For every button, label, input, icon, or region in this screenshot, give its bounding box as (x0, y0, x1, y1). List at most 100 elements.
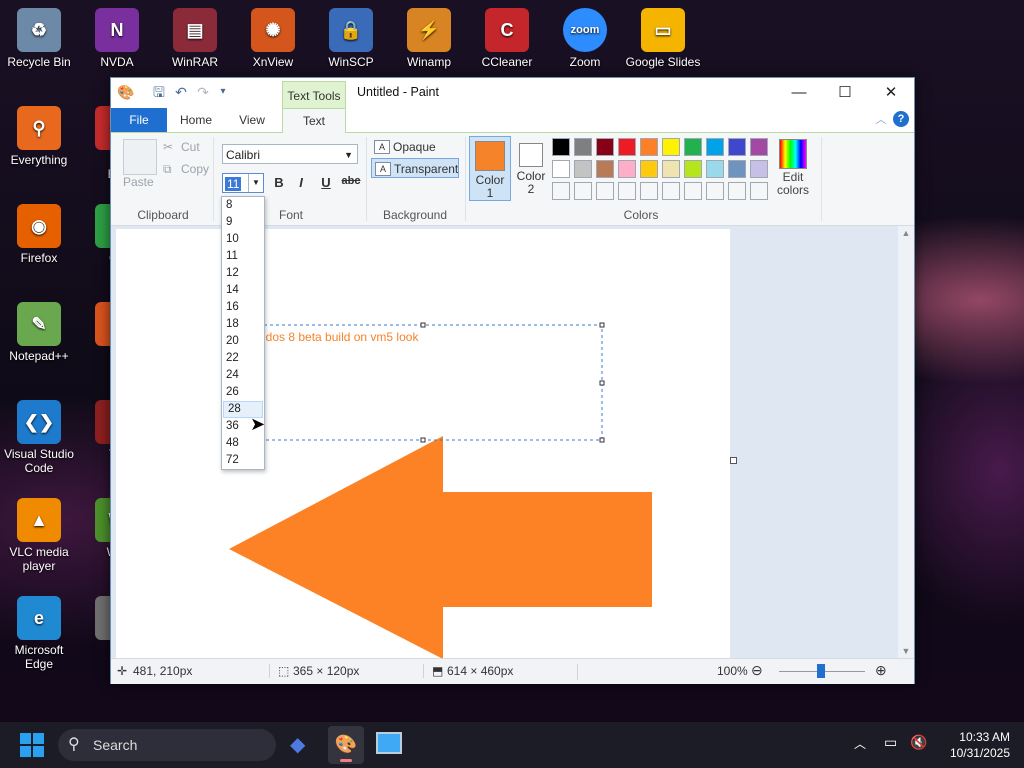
transparent-button[interactable]: A Transparent (371, 158, 459, 178)
customize-qat-icon[interactable]: ▾ (215, 84, 231, 100)
font-size-option[interactable]: 12 (222, 265, 264, 282)
palette-swatch[interactable] (574, 182, 592, 200)
start-button[interactable] (20, 733, 44, 757)
vertical-scrollbar[interactable]: ▲ ▼ (898, 226, 914, 658)
palette-swatch[interactable] (662, 182, 680, 200)
color2-button[interactable]: Color 2 (511, 136, 551, 199)
font-size-option[interactable]: 24 (222, 367, 264, 384)
cut-button[interactable]: Cut (181, 140, 200, 154)
palette-swatch[interactable] (618, 182, 636, 200)
palette-swatch[interactable] (662, 138, 680, 156)
font-size-option[interactable]: 10 (222, 231, 264, 248)
network-icon[interactable]: ▭ (884, 734, 897, 751)
zoom-out-icon[interactable]: ⊖ (751, 662, 763, 679)
palette-swatch[interactable] (618, 160, 636, 178)
resize-handle[interactable] (420, 322, 426, 328)
taskbar-search[interactable]: ⚲ Search (58, 729, 276, 761)
font-size-option[interactable]: 20 (222, 333, 264, 350)
canvas-text[interactable]: ndos 8 beta build on vm5 look (259, 330, 419, 344)
drawing-canvas[interactable]: ndos 8 beta build on vm5 look (116, 229, 737, 659)
strikethrough-button[interactable]: abc (339, 175, 363, 187)
font-size-option[interactable]: 18 (222, 316, 264, 333)
resize-handle[interactable] (599, 322, 605, 328)
desktop-icon-notepad++[interactable]: ✎ Notepad++ (0, 302, 78, 363)
italic-button[interactable]: I (291, 175, 311, 190)
font-size-option[interactable]: 11 (222, 248, 264, 265)
close-button[interactable]: ✕ (868, 78, 914, 108)
palette-swatch[interactable] (684, 160, 702, 178)
desktop-icon-firefox[interactable]: ◉ Firefox (0, 204, 78, 265)
font-size-option[interactable]: 72 (222, 452, 264, 469)
palette-swatch[interactable] (574, 138, 592, 156)
scroll-up-icon[interactable]: ▲ (898, 228, 914, 238)
palette-swatch[interactable] (750, 182, 768, 200)
palette-swatch[interactable] (640, 160, 658, 178)
font-size-option[interactable]: 14 (222, 282, 264, 299)
palette-swatch[interactable] (640, 138, 658, 156)
resize-handle[interactable] (599, 437, 605, 443)
tab-text[interactable]: Text (282, 108, 346, 134)
underline-button[interactable]: U (316, 175, 336, 190)
desktop-icon-microsoft-edge[interactable]: e Microsoft Edge (0, 596, 78, 671)
palette-swatch[interactable] (728, 182, 746, 200)
desktop-icon-everything[interactable]: ⚲ Everything (0, 106, 78, 167)
scroll-down-icon[interactable]: ▼ (898, 646, 914, 656)
palette-swatch[interactable] (596, 138, 614, 156)
tab-view[interactable]: View (227, 108, 277, 132)
canvas-resize-handle[interactable] (730, 457, 737, 464)
zoom-slider-thumb[interactable] (817, 664, 825, 678)
desktop-icon-ccleaner[interactable]: C CCleaner (468, 8, 546, 69)
undo-icon[interactable]: ↶ (173, 84, 189, 100)
font-size-option[interactable]: 8 (222, 197, 264, 214)
chevron-up-icon[interactable]: ︿ (854, 735, 866, 752)
font-size-option[interactable]: 26 (222, 384, 264, 401)
tab-file[interactable]: File (111, 108, 167, 132)
taskbar-control-panel-icon[interactable] (376, 732, 402, 754)
desktop-icon-vlc-media-player[interactable]: ▲ VLC media player (0, 498, 78, 573)
resize-handle[interactable] (599, 380, 605, 386)
color1-button[interactable]: Color 1 (469, 136, 511, 201)
minimize-button[interactable]: — (776, 78, 822, 108)
edit-colors-button[interactable]: Edit colors (771, 136, 815, 202)
paste-button[interactable]: Paste (123, 175, 154, 189)
clock[interactable]: 10:33 AM 10/31/2025 (940, 729, 1010, 761)
font-family-select[interactable]: Calibri ▼ (222, 144, 358, 164)
palette-swatch[interactable] (706, 138, 724, 156)
palette-swatch[interactable] (728, 138, 746, 156)
palette-swatch[interactable] (706, 182, 724, 200)
palette-swatch[interactable] (618, 138, 636, 156)
font-size-option[interactable]: 48 (222, 435, 264, 452)
font-size-option[interactable]: 22 (222, 350, 264, 367)
font-size-select[interactable]: 11 ▼ (222, 173, 264, 193)
volume-muted-icon[interactable]: 🔇 (910, 734, 927, 751)
palette-swatch[interactable] (640, 182, 658, 200)
palette-swatch[interactable] (750, 138, 768, 156)
palette-swatch[interactable] (596, 160, 614, 178)
palette-swatch[interactable] (750, 160, 768, 178)
palette-swatch[interactable] (552, 138, 570, 156)
font-size-option[interactable]: 16 (222, 299, 264, 316)
desktop-icon-xnview[interactable]: ✺ XnView (234, 8, 312, 69)
maximize-button[interactable]: ☐ (822, 78, 868, 108)
palette-swatch[interactable] (552, 160, 570, 178)
desktop-icon-nvda[interactable]: N NVDA (78, 8, 156, 69)
palette-swatch[interactable] (552, 182, 570, 200)
desktop-icon-zoom[interactable]: zoom Zoom (546, 8, 624, 69)
palette-swatch[interactable] (684, 182, 702, 200)
minimize-ribbon-icon[interactable]: ︿ (873, 112, 889, 128)
palette-swatch[interactable] (706, 160, 724, 178)
tab-home[interactable]: Home (171, 108, 221, 132)
bold-button[interactable]: B (269, 175, 289, 190)
taskbar-app-icon[interactable]: ◆ (290, 732, 305, 757)
help-icon[interactable]: ? (893, 111, 909, 127)
palette-swatch[interactable] (662, 160, 680, 178)
palette-swatch[interactable] (574, 160, 592, 178)
desktop-icon-visual-studio-code[interactable]: ❮❯ Visual Studio Code (0, 400, 78, 475)
desktop-icon-google-slides[interactable]: ▭ Google Slides (624, 8, 702, 69)
desktop-icon-winrar[interactable]: ▤ WinRAR (156, 8, 234, 69)
zoom-in-icon[interactable]: ⊕ (875, 662, 887, 679)
font-size-option[interactable]: 9 (222, 214, 264, 231)
palette-swatch[interactable] (728, 160, 746, 178)
desktop-icon-winamp[interactable]: ⚡ Winamp (390, 8, 468, 69)
opaque-button[interactable]: A Opaque (371, 137, 436, 157)
